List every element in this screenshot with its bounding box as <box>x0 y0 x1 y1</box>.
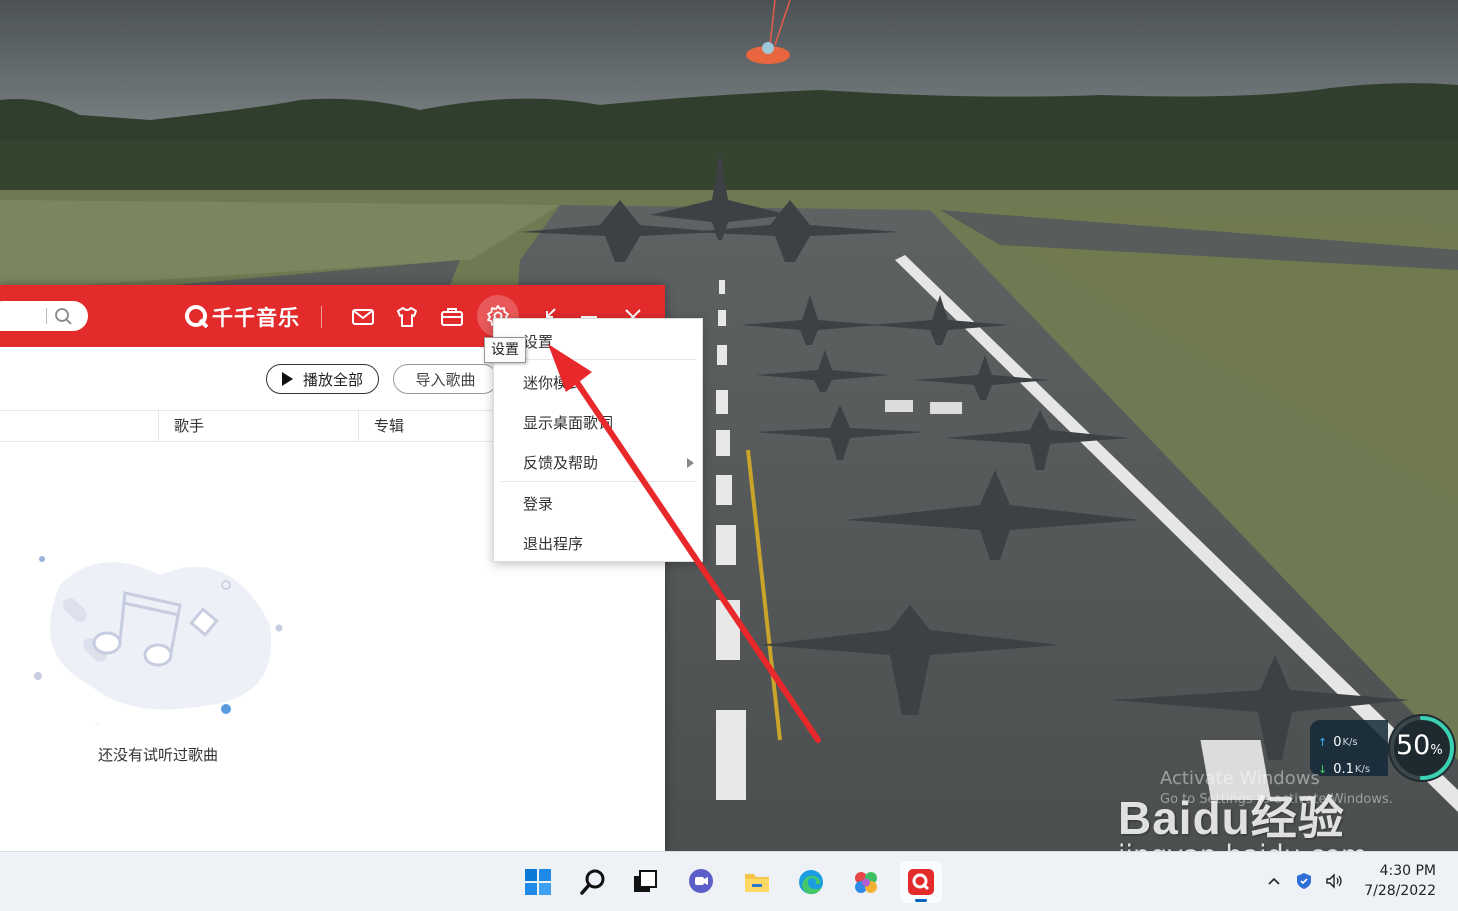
search-icon[interactable] <box>572 861 614 903</box>
baidu-logo: Baidu经验 <box>1118 792 1345 844</box>
clock-date: 7/28/2022 <box>1364 883 1436 899</box>
active-app-indicator <box>915 899 927 902</box>
windows-start-icon[interactable] <box>517 861 559 903</box>
play-all-button[interactable]: 播放全部 <box>266 364 379 394</box>
skin-shirt-icon[interactable] <box>394 304 420 330</box>
empty-music-illustration <box>34 556 283 725</box>
menu-item-mini-mode[interactable]: 迷你模式 <box>494 366 702 400</box>
usage-percent: 50% <box>1396 730 1443 761</box>
menu-item-desktop-lyrics[interactable]: 显示桌面歌词 <box>494 406 702 440</box>
search-box[interactable] <box>0 301 88 331</box>
submenu-arrow-icon <box>687 458 694 468</box>
speaker-icon[interactable] <box>1322 867 1346 895</box>
titlebar-divider <box>321 306 322 328</box>
column-artist[interactable]: 歌手 <box>158 411 358 441</box>
qianqian-logo-icon <box>185 305 209 329</box>
usage-gauge: 50% <box>1386 710 1458 786</box>
photos-icon[interactable] <box>845 861 887 903</box>
chat-icon[interactable] <box>680 861 722 903</box>
baidu-jingyan-watermark: Baidu经验 jingyan.baidu.com <box>1118 782 1367 871</box>
qianqian-music-icon[interactable] <box>900 861 942 903</box>
edge-icon[interactable] <box>790 861 832 903</box>
taskbar: 4:30 PM 7/28/2022 <box>0 851 1458 911</box>
settings-tooltip: 设置 <box>484 337 526 363</box>
usage-percent-sign: % <box>1430 743 1443 758</box>
upload-unit: K/s <box>1342 736 1358 748</box>
search-divider <box>46 308 47 324</box>
menu-separator <box>500 481 696 482</box>
system-clock[interactable]: 4:30 PM 7/28/2022 <box>1364 861 1436 901</box>
menu-item-exit[interactable]: 退出程序 <box>494 527 702 561</box>
search-icon[interactable] <box>54 307 74 327</box>
task-view-icon[interactable] <box>624 861 666 903</box>
menu-item-feedback-help-label: 反馈及帮助 <box>523 454 599 472</box>
file-explorer-icon[interactable] <box>736 861 778 903</box>
chevron-up-icon[interactable] <box>1262 867 1286 895</box>
brand-name: 千千音乐 <box>212 306 300 330</box>
play-icon <box>281 372 293 386</box>
clock-time: 4:30 PM <box>1379 863 1436 879</box>
app-brand: 千千音乐 <box>184 302 300 332</box>
upload-arrow-icon: ↑ <box>1318 735 1328 749</box>
security-shield-icon[interactable] <box>1292 867 1316 895</box>
upload-value: 0 <box>1333 734 1342 750</box>
toolbox-icon[interactable] <box>439 304 465 330</box>
menu-item-login[interactable]: 登录 <box>494 487 702 521</box>
menu-separator <box>500 359 696 360</box>
import-songs-label: 导入歌曲 <box>415 370 476 389</box>
menu-item-feedback-help[interactable]: 反馈及帮助 <box>494 446 702 480</box>
usage-percent-value: 50 <box>1396 730 1431 761</box>
upload-speed: ↑ 0 K/s <box>1318 733 1358 751</box>
import-songs-button[interactable]: 导入歌曲 <box>393 364 498 394</box>
mail-icon[interactable] <box>350 304 376 330</box>
empty-history-message: 还没有试听过歌曲 <box>98 746 219 764</box>
play-all-label: 播放全部 <box>302 370 363 389</box>
